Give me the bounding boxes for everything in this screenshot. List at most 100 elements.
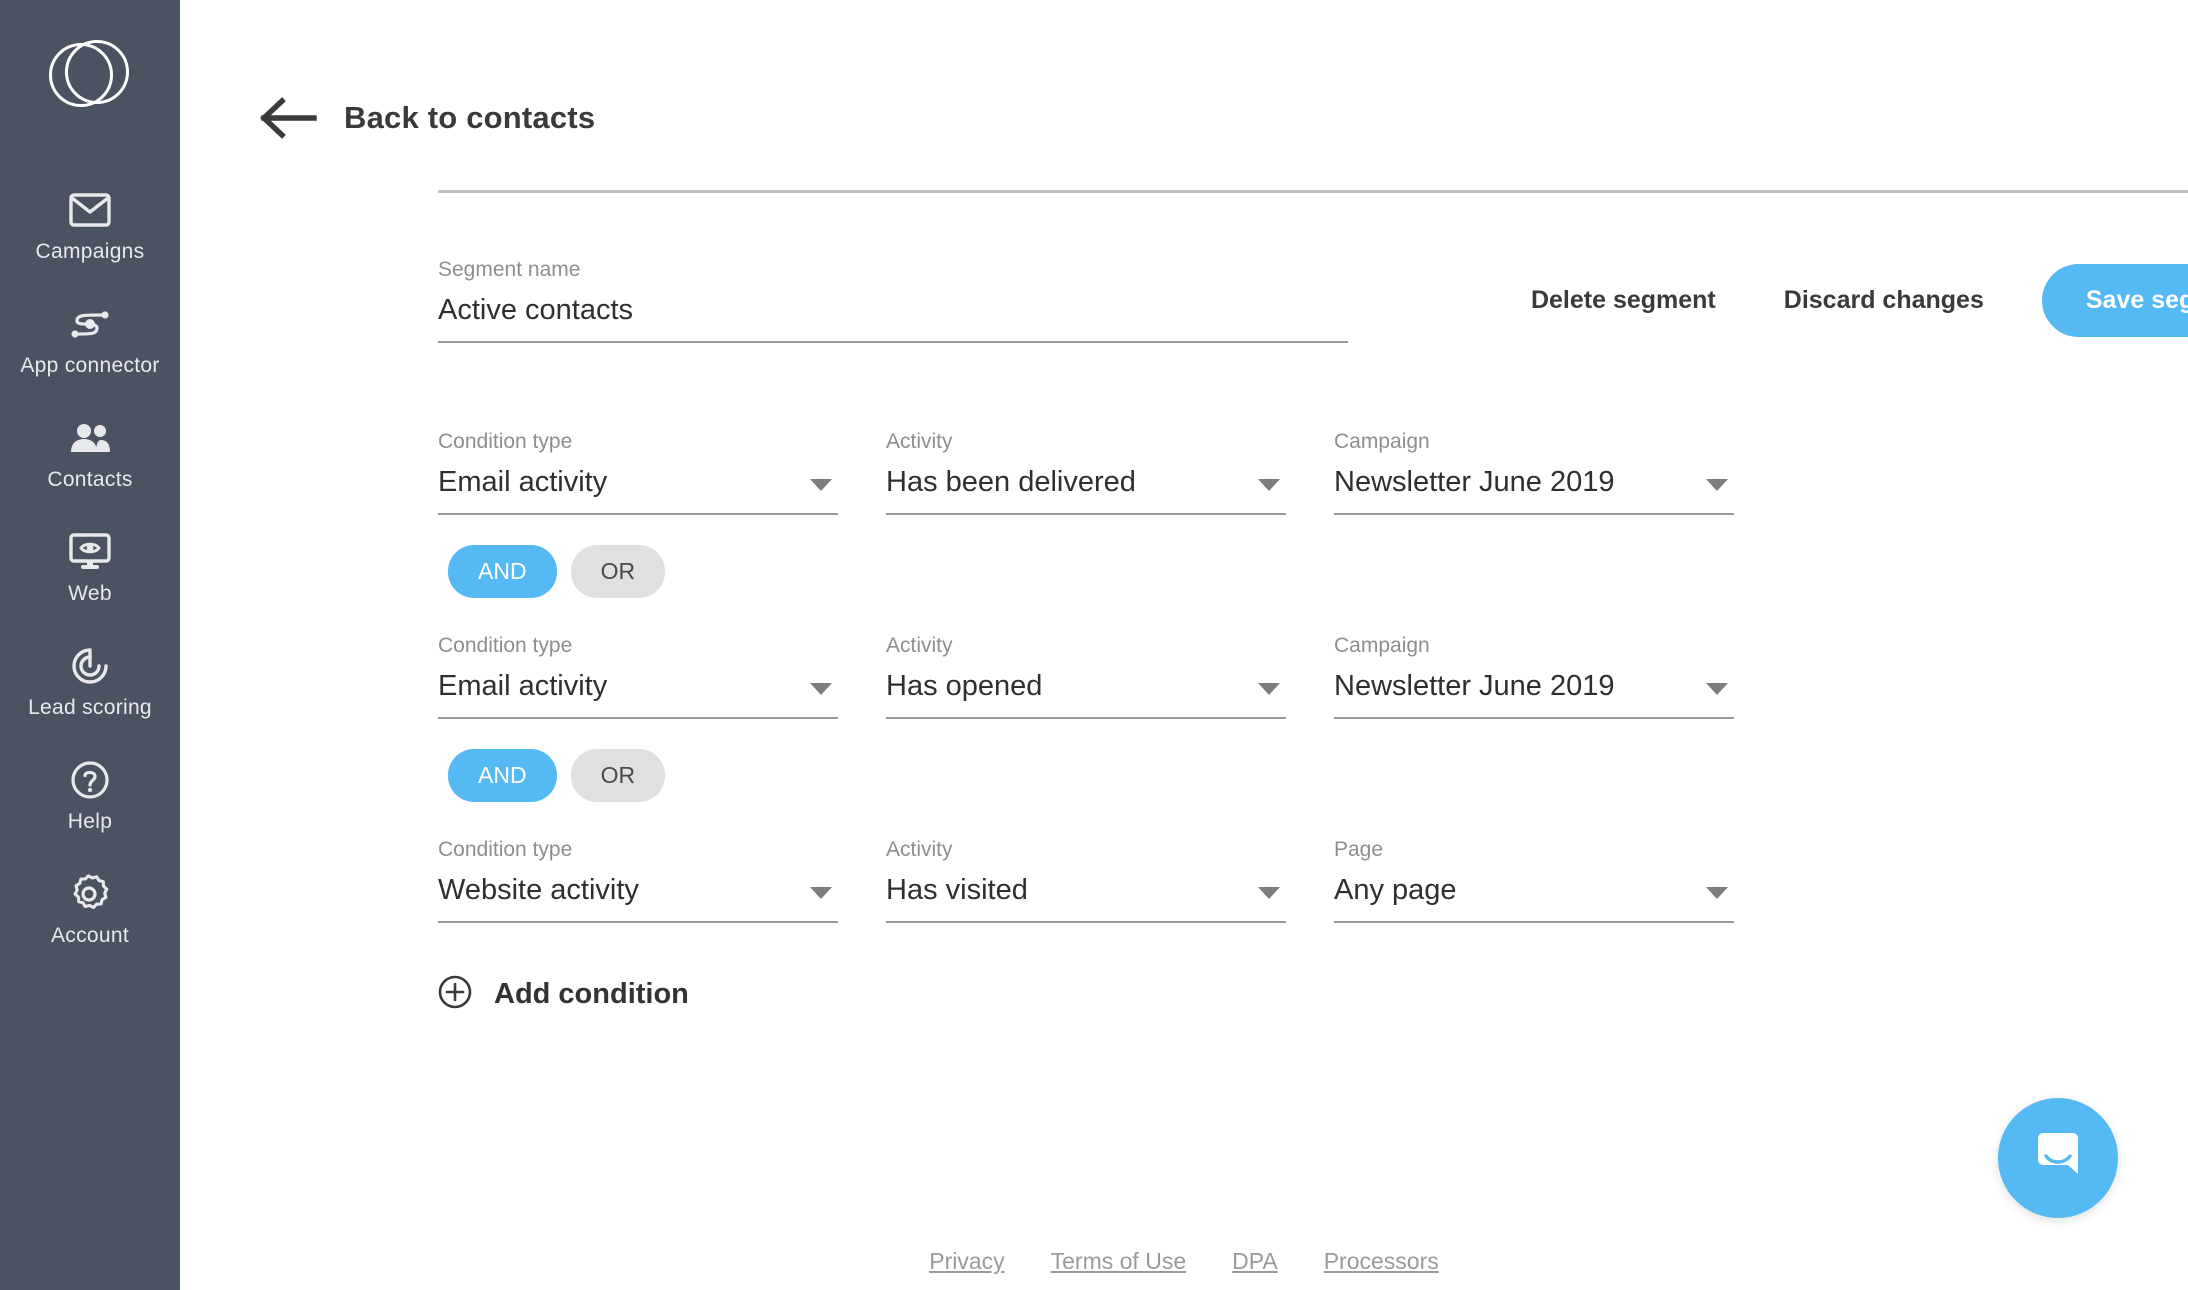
footer-link-processors[interactable]: Processors [1324,1248,1439,1275]
activity-select[interactable]: Has visited [886,874,1286,921]
sidebar-item-lead-scoring[interactable]: Lead scoring [0,644,180,720]
activity-column: Activity Has visited [886,838,1286,923]
logic-or-button[interactable]: OR [570,545,666,598]
footer: Privacy Terms of Use DPA Processors [180,1248,2188,1275]
activity-label: Activity [886,838,953,861]
save-segment-button[interactable]: Save segment [2041,264,2188,337]
footer-link-terms-of-use[interactable]: Terms of Use [1051,1248,1186,1275]
logic-or-button[interactable]: OR [570,749,666,802]
sidebar-item-help[interactable]: Help [0,758,180,834]
condition-type-column: Condition type Email activity [438,430,838,515]
gear-icon [68,872,112,916]
field-underline [438,717,838,719]
field-underline [438,921,838,923]
target-select[interactable]: Newsletter June 2019 [1334,670,1734,717]
chevron-down-icon [810,683,832,695]
field-underline [1334,717,1734,719]
target-select[interactable]: Newsletter June 2019 [1334,466,1734,513]
segment-name-row: Segment name Delete segment Discard chan… [438,258,2188,343]
envelope-icon [69,188,111,232]
delete-segment-button[interactable]: Delete segment [1497,268,1750,333]
logo-ring-right [65,40,129,104]
condition-type-value: Email activity [438,670,608,702]
logic-and-button[interactable]: AND [448,545,557,598]
question-circle-icon [69,758,111,802]
chevron-down-icon [810,887,832,899]
segment-name-underline [438,341,1348,343]
segment-name-label: Segment name [438,258,581,281]
sidebar-item-label: Web [68,582,112,605]
condition-type-column: Condition type Email activity [438,634,838,719]
condition-type-select[interactable]: Email activity [438,670,838,717]
sidebar-item-contacts[interactable]: Contacts [0,416,180,492]
add-condition-label: Add condition [494,978,689,1010]
discard-changes-button[interactable]: Discard changes [1750,268,2018,333]
target-label: Campaign [1334,634,1430,657]
logic-toggle-group: AND OR [448,545,2188,598]
sidebar-item-label: Help [67,810,113,833]
condition-type-value: Email activity [438,466,608,498]
field-underline [886,717,1286,719]
condition-type-label: Condition type [438,838,573,861]
condition-row: Condition type Email activity Activity H… [438,430,2188,515]
activity-select[interactable]: Has been delivered [886,466,1286,513]
conditions-list: Condition type Email activity Activity H… [438,430,2188,1014]
app-root: Campaigns App connector Contacts Web Lea… [0,0,2188,1290]
activity-select[interactable]: Has opened [886,670,1286,717]
footer-link-privacy[interactable]: Privacy [929,1248,1004,1275]
chevron-down-icon [1706,479,1728,491]
segment-name-input[interactable] [438,294,1348,341]
sidebar-item-web[interactable]: Web [0,530,180,606]
main-content: Back to contacts Segment name Delete seg… [180,0,2188,1290]
condition-type-select[interactable]: Website activity [438,874,838,921]
segment-name-field: Segment name [438,258,1348,343]
target-column: Campaign Newsletter June 2019 [1334,634,1734,719]
activity-column: Activity Has been delivered [886,430,1286,515]
sidebar-item-app-connector[interactable]: App connector [0,302,180,378]
target-select[interactable]: Any page [1334,874,1734,921]
target-column: Campaign Newsletter June 2019 [1334,430,1734,515]
target-icon [68,644,112,688]
sidebar-item-label: Account [51,924,129,947]
sidebar-item-label: Campaigns [35,240,145,263]
condition-row: Condition type Website activity Activity… [438,838,2188,923]
condition-type-select[interactable]: Email activity [438,466,838,513]
target-value: Newsletter June 2019 [1334,466,1615,498]
activity-label: Activity [886,430,953,453]
condition-row: Condition type Email activity Activity H… [438,634,2188,719]
activity-value: Has visited [886,874,1028,906]
chevron-down-icon [1258,887,1280,899]
connector-icon [67,302,113,346]
logic-and-button[interactable]: AND [448,749,557,802]
condition-type-value: Website activity [438,874,639,906]
target-column: Page Any page [1334,838,1734,923]
field-underline [886,513,1286,515]
sidebar-item-label: App connector [20,354,160,377]
sidebar-item-label: Lead scoring [28,696,152,719]
add-condition-button[interactable]: Add condition [438,975,738,1014]
sidebar-item-campaigns[interactable]: Campaigns [0,188,180,264]
brand-logo[interactable] [49,40,131,110]
plus-circle-icon [438,975,472,1014]
monitor-eye-icon [67,530,113,574]
chevron-down-icon [810,479,832,491]
footer-link-dpa[interactable]: DPA [1232,1248,1278,1275]
sidebar: Campaigns App connector Contacts Web Lea… [0,0,180,1290]
condition-type-label: Condition type [438,634,573,657]
condition-type-column: Condition type Website activity [438,838,838,923]
target-value: Any page [1334,874,1457,906]
sidebar-item-label: Contacts [47,468,133,491]
activity-value: Has opened [886,670,1043,702]
back-to-contacts-link[interactable]: Back to contacts [180,0,2188,140]
field-underline [438,513,838,515]
page-title: Back to contacts [344,100,596,135]
segment-actions: Delete segment Discard changes Save segm… [1497,264,2188,343]
chevron-down-icon [1706,683,1728,695]
activity-value: Has been delivered [886,466,1136,498]
chevron-down-icon [1258,683,1280,695]
sidebar-item-account[interactable]: Account [0,872,180,948]
target-label: Campaign [1334,430,1430,453]
arrow-left-icon [258,96,318,140]
chat-launcher-button[interactable] [1998,1098,2118,1218]
logic-toggle-group: AND OR [448,749,2188,802]
